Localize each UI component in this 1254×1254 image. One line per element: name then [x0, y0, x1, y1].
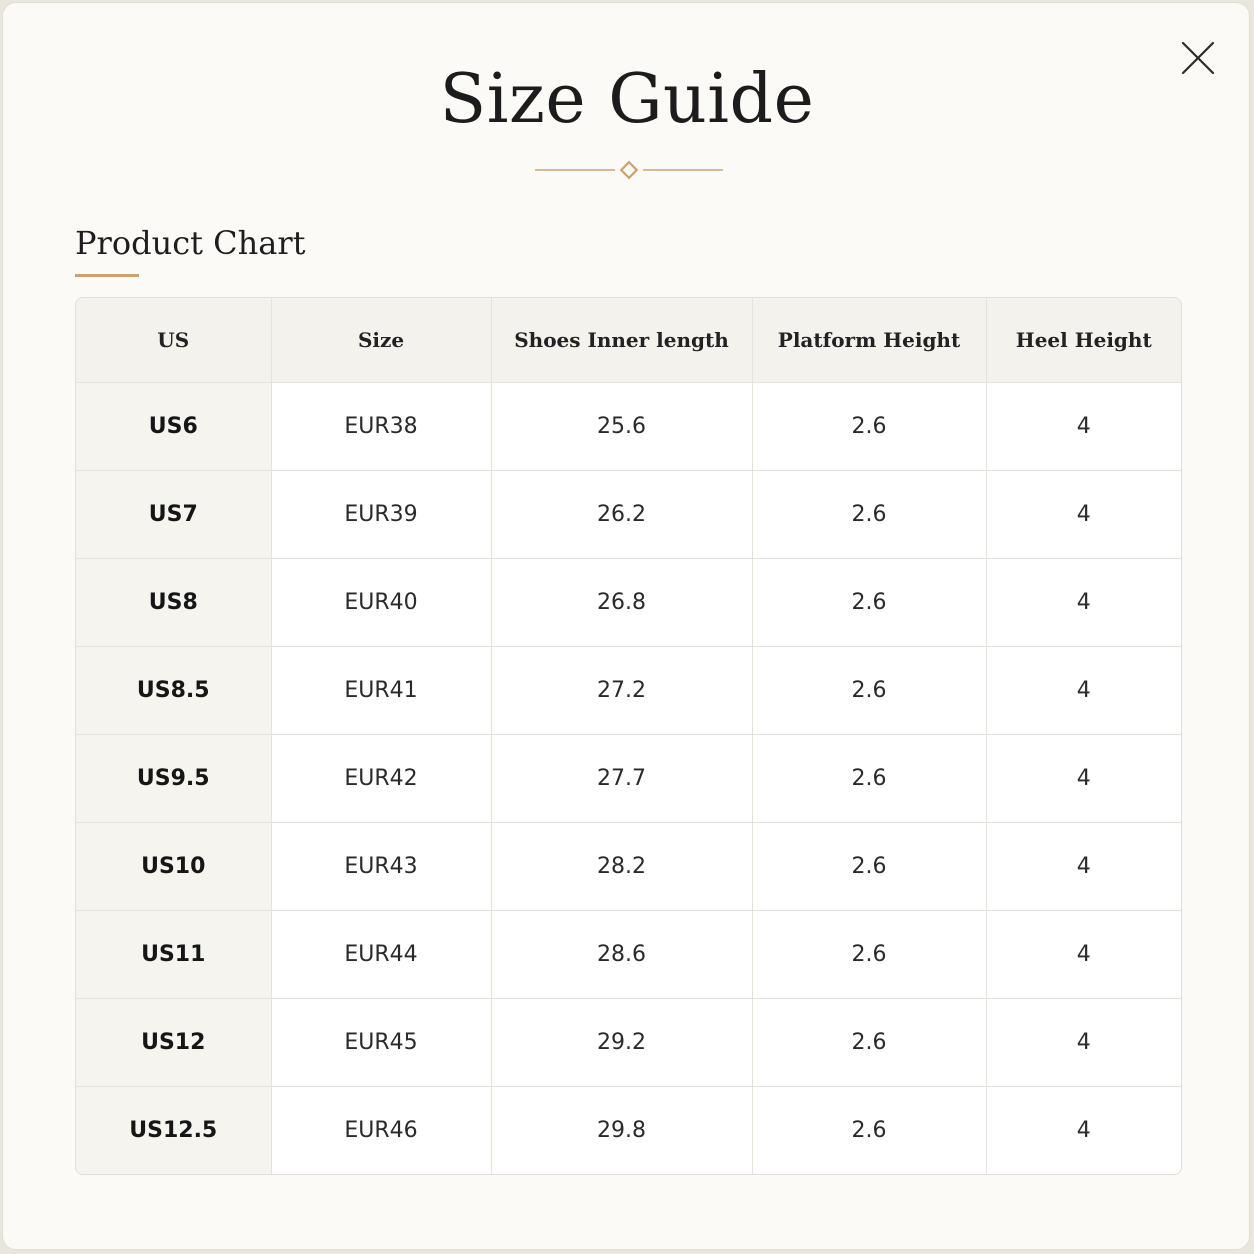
platform-height-cell: 2.6: [752, 910, 987, 999]
eur-size-cell: EUR40: [271, 558, 492, 647]
diamond-divider-icon: [535, 160, 723, 180]
platform-height-cell: 2.6: [752, 646, 987, 735]
us-size-cell: US8: [76, 558, 272, 647]
table-row: US8 EUR40 26.8 2.6 4: [76, 558, 1181, 647]
us-size-cell: US6: [76, 382, 272, 471]
column-header-inner-length: Shoes Inner length: [491, 298, 753, 383]
column-header-size: Size: [271, 298, 492, 383]
heel-height-cell: 4: [986, 998, 1181, 1087]
us-size-cell: US11: [76, 910, 272, 999]
table-row: US9.5 EUR42 27.7 2.6 4: [76, 734, 1181, 823]
table-row: US11 EUR44 28.6 2.6 4: [76, 910, 1181, 999]
eur-size-cell: EUR41: [271, 646, 492, 735]
us-size-cell: US9.5: [76, 734, 272, 823]
inner-length-cell: 28.6: [491, 910, 753, 999]
table-row: US7 EUR39 26.2 2.6 4: [76, 470, 1181, 559]
platform-height-cell: 2.6: [752, 734, 987, 823]
us-size-cell: US7: [76, 470, 272, 559]
inner-length-cell: 29.2: [491, 998, 753, 1087]
inner-length-cell: 25.6: [491, 382, 753, 471]
inner-length-cell: 29.8: [491, 1086, 753, 1174]
column-header-us: US: [76, 298, 272, 383]
inner-length-cell: 26.8: [491, 558, 753, 647]
section-title: Product Chart: [75, 224, 306, 262]
table-row: US8.5 EUR41 27.2 2.6 4: [76, 646, 1181, 735]
heel-height-cell: 4: [986, 382, 1181, 471]
heel-height-cell: 4: [986, 558, 1181, 647]
inner-length-cell: 27.7: [491, 734, 753, 823]
table-header-row: US Size Shoes Inner length Platform Heig…: [76, 298, 1181, 383]
table-row: US6 EUR38 25.6 2.6 4: [76, 382, 1181, 471]
platform-height-cell: 2.6: [752, 998, 987, 1087]
size-table: US Size Shoes Inner length Platform Heig…: [75, 297, 1182, 1175]
inner-length-cell: 26.2: [491, 470, 753, 559]
us-size-cell: US8.5: [76, 646, 272, 735]
platform-height-cell: 2.6: [752, 1086, 987, 1174]
platform-height-cell: 2.6: [752, 470, 987, 559]
heel-height-cell: 4: [986, 734, 1181, 823]
platform-height-cell: 2.6: [752, 822, 987, 911]
eur-size-cell: EUR46: [271, 1086, 492, 1174]
heel-height-cell: 4: [986, 822, 1181, 911]
modal-title: Size Guide: [439, 60, 815, 139]
section-underline: [75, 274, 139, 277]
size-guide-modal: Size Guide Product Chart US Size Shoes I…: [2, 2, 1250, 1250]
platform-height-cell: 2.6: [752, 558, 987, 647]
heel-height-cell: 4: [986, 910, 1181, 999]
inner-length-cell: 27.2: [491, 646, 753, 735]
table-row: US12 EUR45 29.2 2.6 4: [76, 998, 1181, 1087]
us-size-cell: US10: [76, 822, 272, 911]
heel-height-cell: 4: [986, 470, 1181, 559]
us-size-cell: US12.5: [76, 1086, 272, 1174]
us-size-cell: US12: [76, 998, 272, 1087]
column-header-heel-height: Heel Height: [986, 298, 1181, 383]
column-header-platform-height: Platform Height: [752, 298, 987, 383]
eur-size-cell: EUR39: [271, 470, 492, 559]
heel-height-cell: 4: [1076, 1118, 1091, 1143]
table-row: US12.5 EUR46 29.8 2.6 4: [76, 1086, 1181, 1174]
eur-size-cell: EUR44: [271, 910, 492, 999]
table-row: US10 EUR43 28.2 2.6 4: [76, 822, 1181, 911]
eur-size-cell: EUR45: [271, 998, 492, 1087]
eur-size-cell: EUR42: [271, 734, 492, 823]
eur-size-cell: EUR38: [271, 382, 492, 471]
inner-length-cell: 28.2: [491, 822, 753, 911]
heel-height-cell: 4: [986, 646, 1181, 735]
platform-height-cell: 2.6: [752, 382, 987, 471]
eur-size-cell: EUR43: [271, 822, 492, 911]
